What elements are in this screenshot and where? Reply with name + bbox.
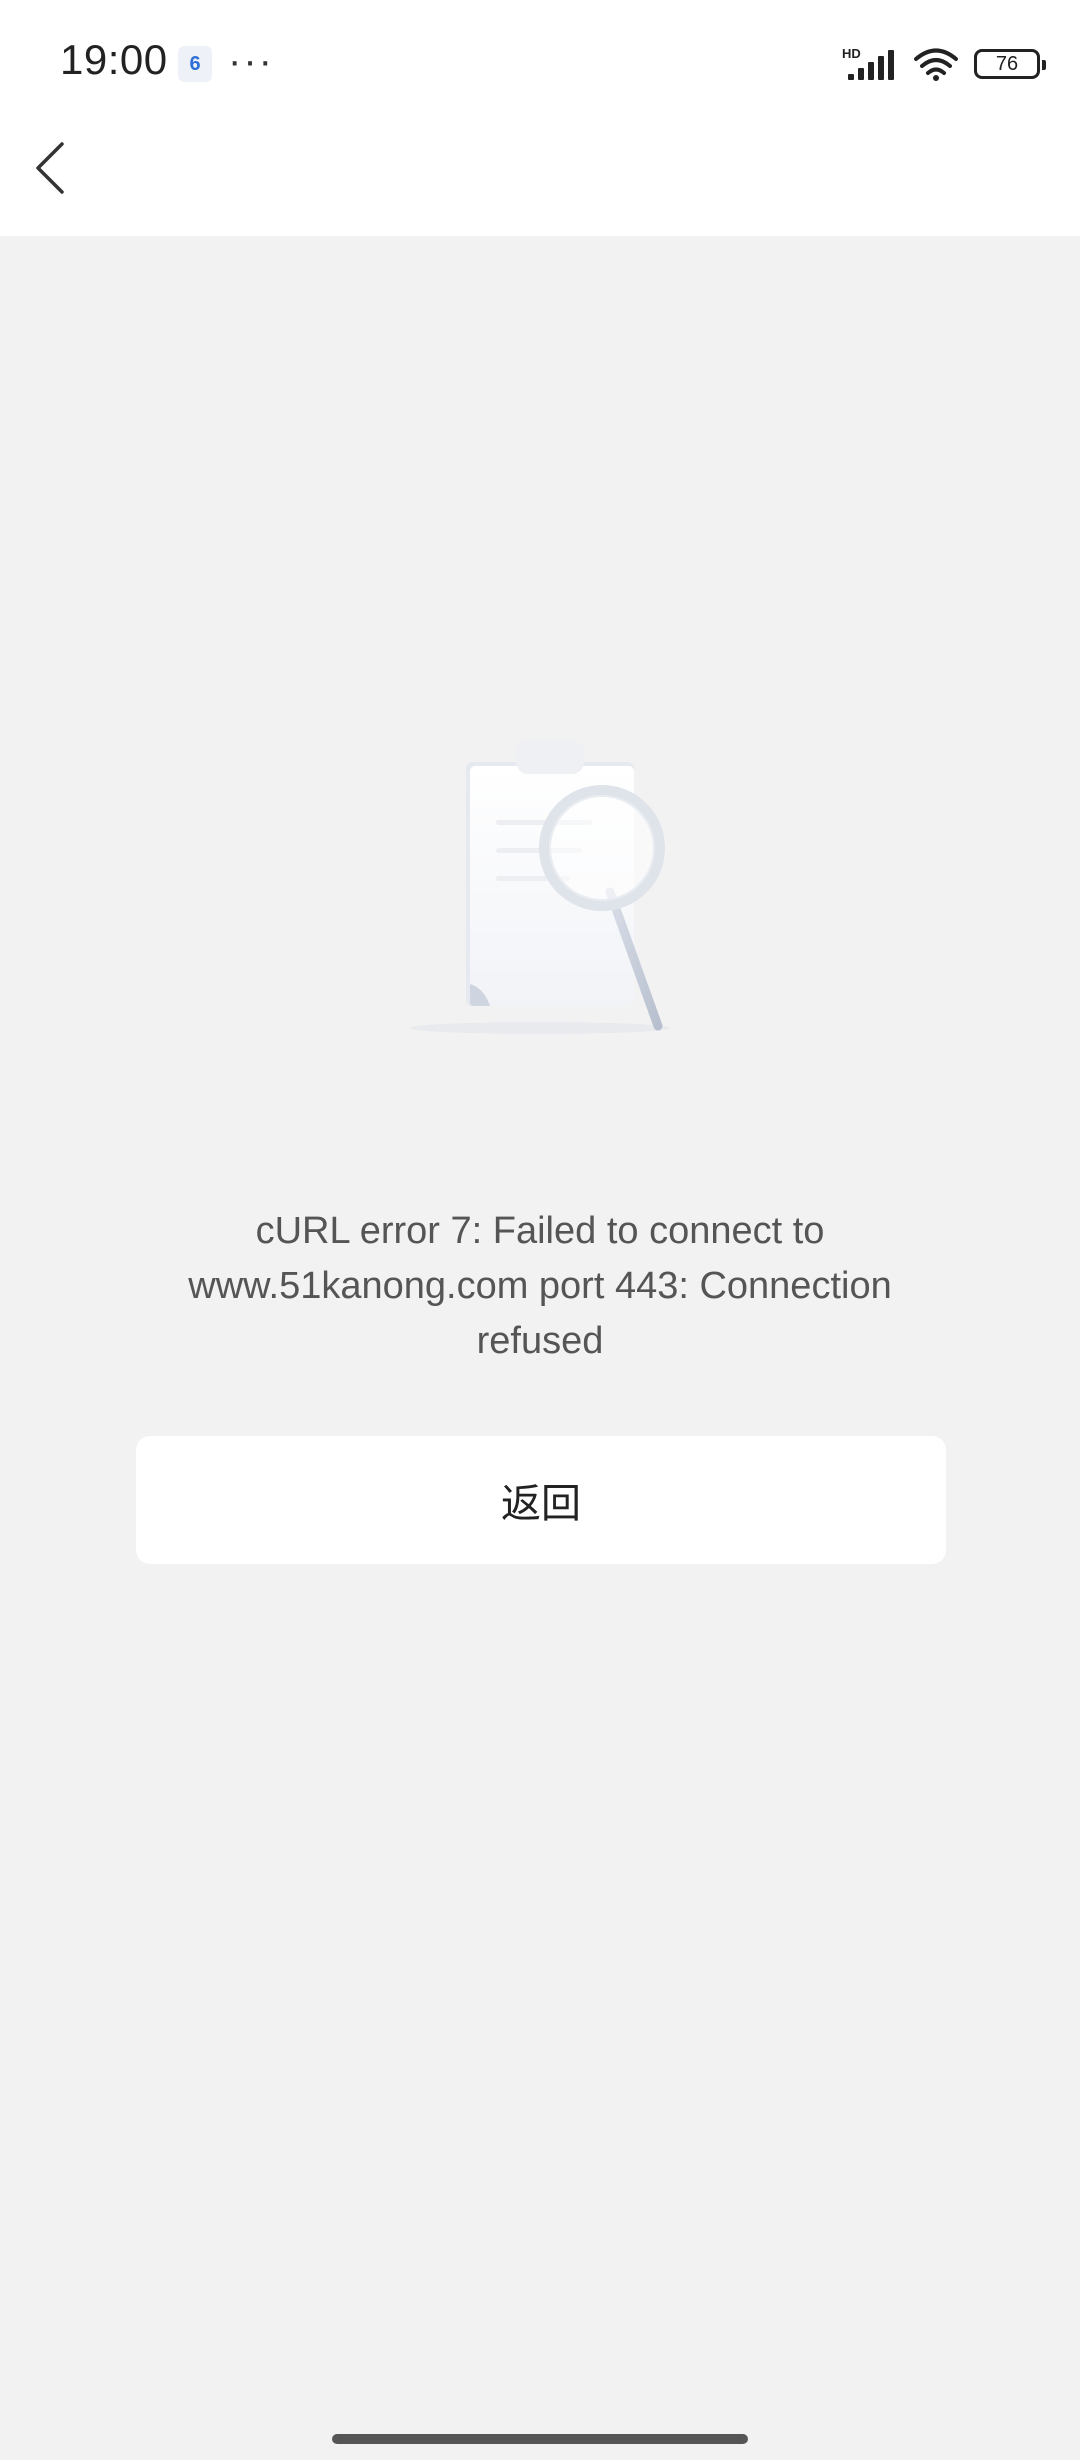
notification-app-icon: 6 [178,46,212,82]
status-time: 19:00 [60,36,168,83]
chevron-left-icon [36,142,64,194]
error-page-content: cURL error 7: Failed to connect to www.5… [0,236,1080,2460]
status-right-group: HD 76 [842,44,1046,84]
home-indicator[interactable] [332,2434,748,2444]
top-bar: 19:00 6 ··· HD 76 [0,0,1080,236]
network-type-label: HD [842,46,861,61]
signal-icon: HD [842,46,894,80]
battery-level: 76 [995,52,1019,75]
more-notifications-icon: ··· [228,39,274,83]
battery-icon: 76 [974,49,1046,79]
back-button[interactable] [18,132,88,207]
document-search-icon [410,740,670,1034]
status-bar: 19:00 6 ··· HD 76 [0,0,1080,128]
return-button[interactable]: 返回 [136,1436,946,1564]
wifi-icon [914,48,958,81]
error-message: cURL error 7: Failed to connect to www.5… [188,1210,892,1362]
